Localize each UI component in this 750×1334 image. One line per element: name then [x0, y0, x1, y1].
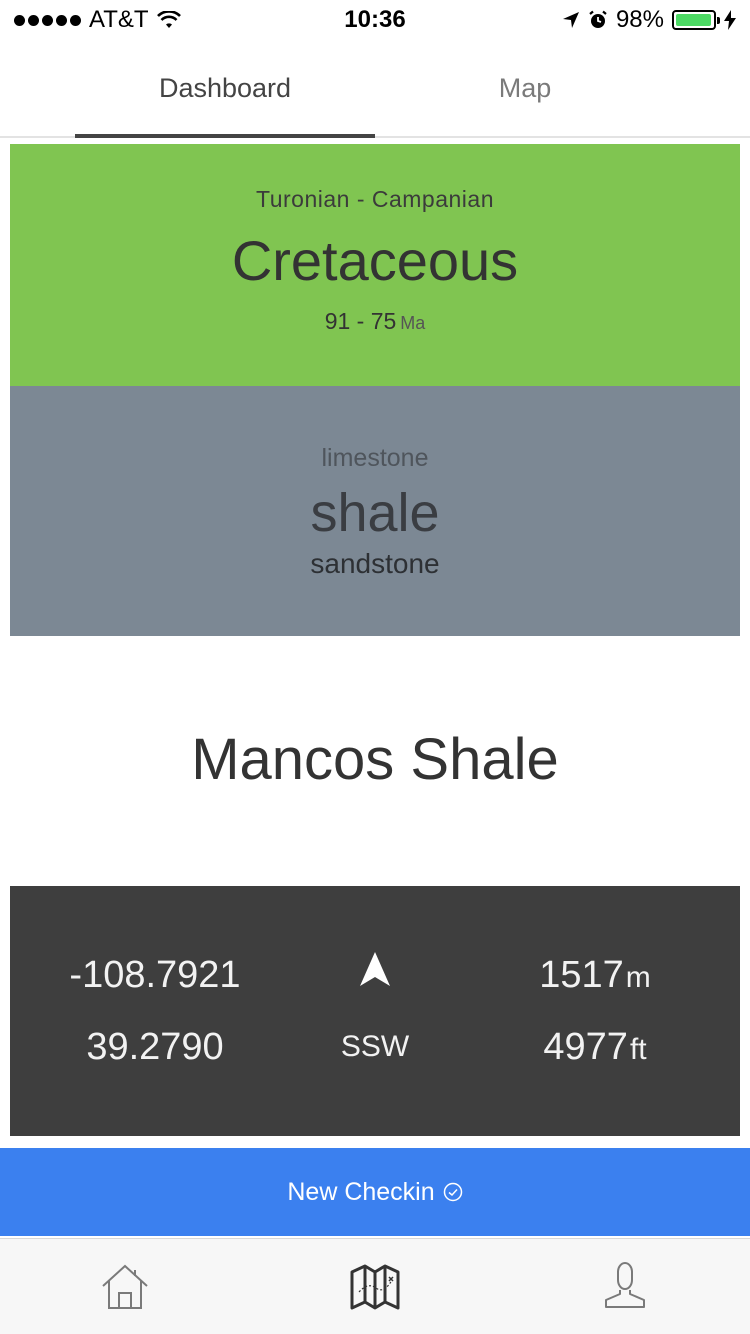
- period-age-range: 91 - 75: [324, 308, 397, 334]
- location-services-icon: [562, 12, 579, 28]
- battery-percent: 98%: [615, 6, 664, 33]
- elevation-feet-value: 4977: [543, 1026, 628, 1068]
- carrier-label: AT&T: [89, 6, 149, 33]
- tab-map[interactable]: Map: [375, 40, 675, 136]
- lithology-card[interactable]: limestone shale sandstone: [10, 386, 740, 636]
- lithology-minor-above: limestone: [321, 444, 429, 472]
- elevation-feet-unit: ft: [629, 1033, 647, 1066]
- new-checkin-label: New Checkin: [287, 1177, 435, 1206]
- location-card: -108.7921 39.2790 SSW 1517m 4977ft: [10, 886, 740, 1136]
- bottom-nav: [0, 1238, 750, 1334]
- lithology-major: shale: [310, 483, 440, 543]
- longitude-value: -108.7921: [69, 954, 241, 996]
- nav-profile[interactable]: [500, 1239, 750, 1334]
- period-age: 91 - 75 Ma: [10, 308, 740, 335]
- alarm-icon: [589, 10, 607, 28]
- map-icon: [350, 1264, 400, 1309]
- elevation-meters-unit: m: [625, 961, 651, 994]
- latitude-value: 39.2790: [86, 1026, 224, 1068]
- charging-bolt-icon: [724, 10, 736, 30]
- heading: SSW: [300, 886, 450, 1136]
- new-checkin-button[interactable]: New Checkin: [0, 1148, 750, 1236]
- status-bar: AT&T 10:36 98%: [0, 0, 750, 40]
- tab-dashboard[interactable]: Dashboard: [75, 40, 375, 138]
- battery-level: [676, 14, 712, 26]
- formation-name: Mancos Shale: [191, 727, 559, 792]
- heading-label: SSW: [340, 1030, 410, 1063]
- elevation-feet: 4977ft: [480, 1026, 710, 1069]
- period-name: Cretaceous: [231, 229, 519, 292]
- elevation-meters-value: 1517: [539, 954, 624, 996]
- signal-strength-icon: [14, 14, 81, 26]
- status-right: 98%: [562, 6, 736, 34]
- lithology-minor-below: sandstone: [310, 548, 440, 579]
- period-age-unit: Ma: [400, 313, 426, 333]
- navigation-arrow-icon: [360, 952, 390, 986]
- status-left: AT&T: [14, 6, 181, 34]
- wifi-icon: [156, 11, 181, 28]
- top-tab-bar: Dashboard Map: [0, 40, 750, 138]
- battery-icon: [672, 10, 720, 30]
- geologic-period-card[interactable]: Turonian - Campanian Cretaceous 91 - 75 M…: [10, 144, 740, 386]
- elevation: 1517m 4977ft: [480, 886, 710, 1136]
- nav-map[interactable]: [250, 1239, 500, 1334]
- home-icon: [102, 1264, 148, 1309]
- nav-home[interactable]: [0, 1239, 250, 1334]
- elevation-meters: 1517m: [480, 954, 710, 997]
- check-circle-icon: [443, 1182, 462, 1202]
- coordinates: -108.7921 39.2790: [40, 886, 270, 1136]
- period-stages: Turonian - Campanian: [256, 186, 494, 212]
- user-icon: [605, 1261, 645, 1308]
